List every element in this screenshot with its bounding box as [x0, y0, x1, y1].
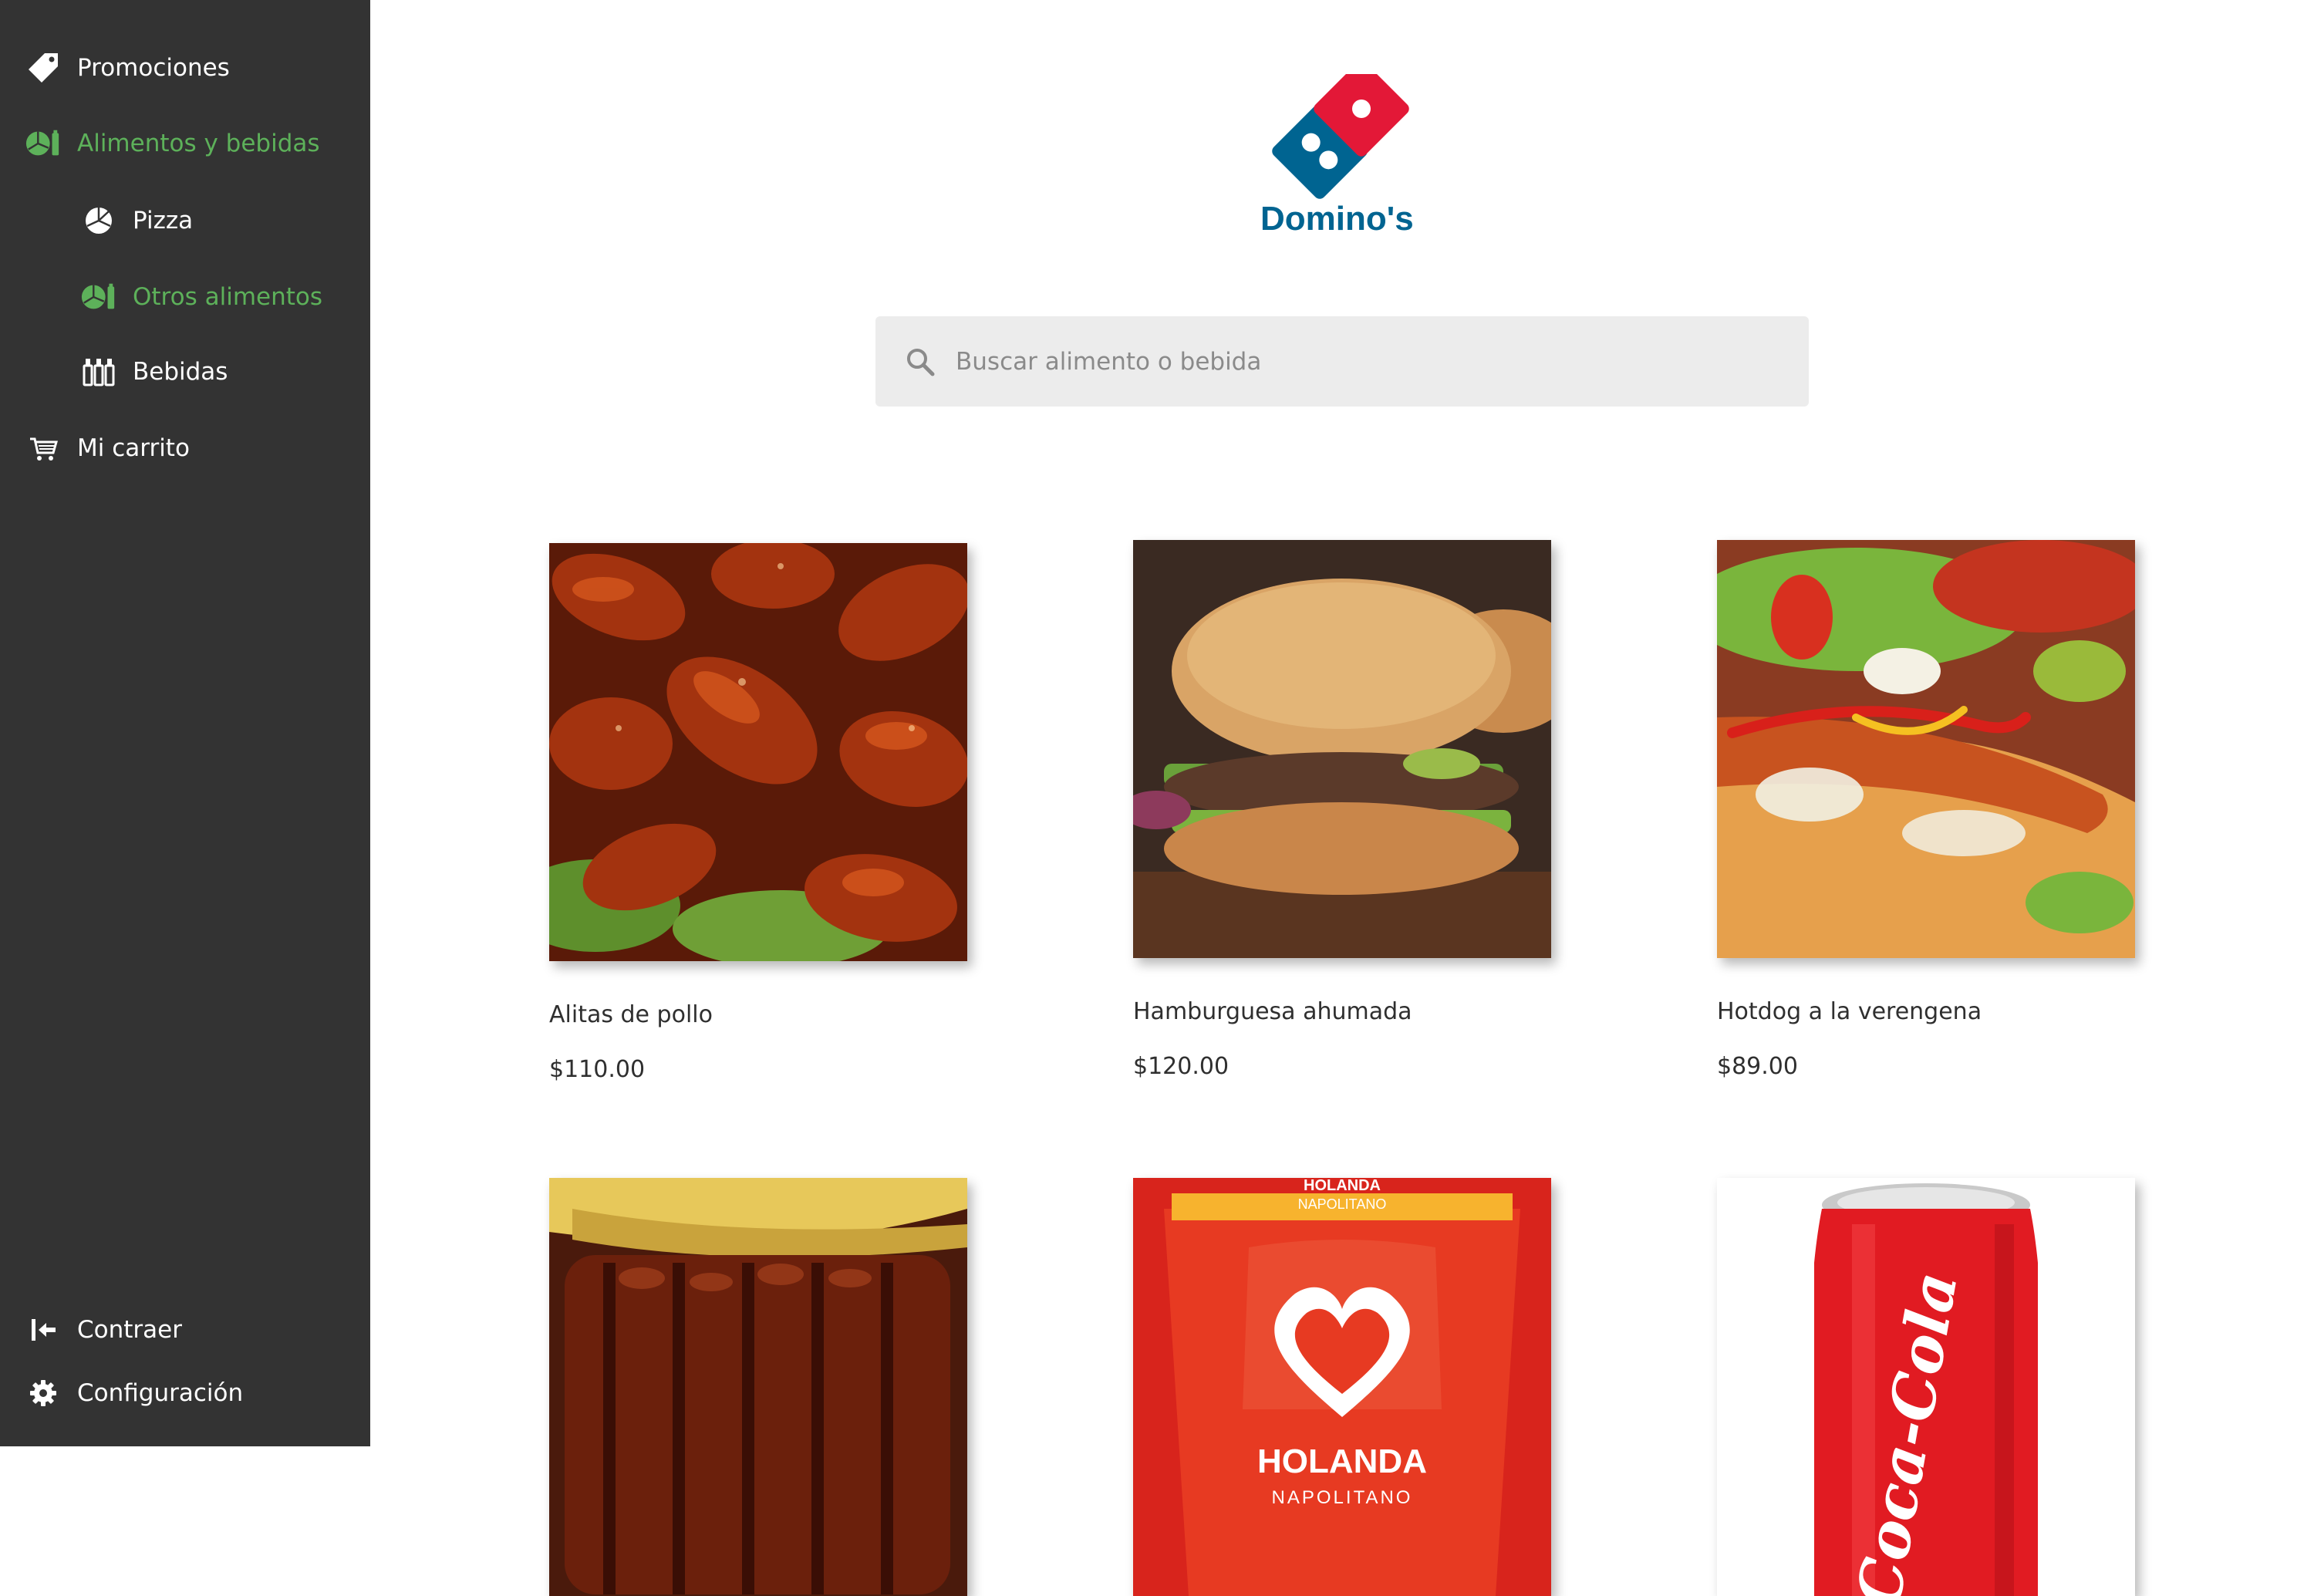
sidebar-item-otros-alimentos[interactable]: Otros alimentos: [0, 266, 370, 328]
sidebar-item-label: Alimentos y bebidas: [77, 130, 320, 157]
product-image[interactable]: [549, 543, 967, 961]
collapse-icon: [25, 1311, 62, 1348]
food-drink-icon: [25, 125, 62, 162]
sidebar-item-label: Mi carrito: [77, 434, 190, 462]
search-icon[interactable]: [903, 345, 937, 379]
collapse-label: Contraer: [77, 1316, 182, 1344]
product-card-costillas[interactable]: [549, 1178, 967, 1596]
food-drink-icon: [80, 278, 117, 315]
logo-wordmark: Domino's: [1260, 200, 1414, 236]
collapse-button[interactable]: Contraer: [0, 1299, 370, 1361]
sidebar-item-label: Pizza: [133, 207, 194, 235]
product-price: $89.00: [1717, 1053, 1798, 1080]
ice-cream-top-flavor: NAPOLITANO: [1298, 1196, 1387, 1212]
pizza-icon: [80, 202, 117, 239]
tag-icon: [25, 49, 62, 86]
product-price: $120.00: [1133, 1053, 1230, 1080]
sidebar-item-mi-carrito[interactable]: Mi carrito: [0, 417, 370, 479]
product-image[interactable]: [1717, 540, 2135, 958]
product-card-hotdog[interactable]: Hotdog a la verengena $89.00: [1717, 540, 2135, 1080]
ice-cream-top-brand: HOLANDA: [1304, 1178, 1381, 1194]
product-name: Alitas de pollo: [549, 1001, 713, 1028]
product-name: Hamburguesa ahumada: [1133, 998, 1412, 1025]
product-image[interactable]: HOLANDA NAPOLITANO HOLANDA NAPOLITANO: [1133, 1178, 1551, 1596]
sidebar-item-label: Otros alimentos: [133, 283, 323, 311]
bottles-icon: [80, 353, 117, 390]
search-input[interactable]: [954, 346, 1767, 376]
product-price: $110.00: [549, 1056, 646, 1083]
ice-cream-flavor: NAPOLITANO: [1272, 1487, 1413, 1508]
settings-button[interactable]: Configuración: [0, 1362, 370, 1424]
settings-label: Configuración: [77, 1379, 244, 1407]
sidebar-item-bebidas[interactable]: Bebidas: [0, 341, 370, 403]
sidebar-item-alimentos-y-bebidas[interactable]: Alimentos y bebidas: [0, 113, 370, 174]
sidebar-item-promociones[interactable]: Promociones: [0, 37, 370, 99]
product-card-helado[interactable]: HOLANDA NAPOLITANO HOLANDA NAPOLITANO: [1133, 1178, 1551, 1596]
gear-icon: [25, 1375, 62, 1412]
sidebar: Promociones Alimentos y bebidas Pizza Ot…: [0, 0, 370, 1446]
product-image[interactable]: [549, 1178, 967, 1596]
sidebar-item-label: Bebidas: [133, 358, 228, 386]
product-card-refresco[interactable]: Coca-Cola: [1717, 1178, 2135, 1596]
cart-icon: [25, 430, 62, 467]
ice-cream-brand: HOLANDA: [1257, 1442, 1427, 1480]
product-image[interactable]: Coca-Cola: [1717, 1178, 2135, 1596]
sidebar-item-pizza[interactable]: Pizza: [0, 190, 370, 251]
product-name: Hotdog a la verengena: [1717, 998, 1982, 1025]
product-image[interactable]: [1133, 540, 1551, 958]
product-card-alitas[interactable]: Alitas de pollo $110.00: [549, 543, 967, 1083]
product-card-hamburguesa[interactable]: Hamburguesa ahumada $120.00: [1133, 540, 1551, 1080]
sidebar-item-label: Promociones: [77, 54, 230, 82]
dominos-logo: Domino's: [1257, 61, 1424, 238]
search-bar: [875, 316, 1809, 407]
